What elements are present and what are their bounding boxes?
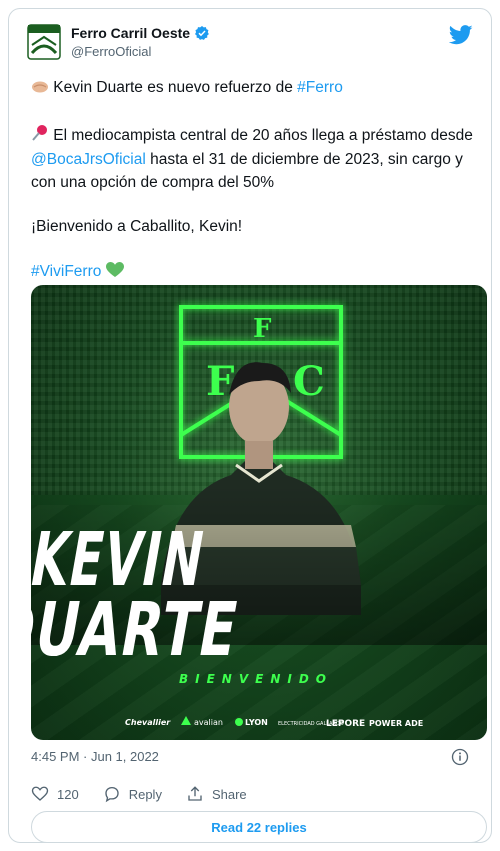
ferro-crest-icon — [27, 24, 61, 60]
like-button[interactable]: 120 — [31, 785, 79, 803]
sponsor-5: LEPORE — [326, 719, 365, 729]
handle[interactable]: @FerroOficial — [71, 44, 210, 59]
handshake-icon — [31, 79, 49, 102]
sponsor-1: Chevallier — [125, 718, 171, 727]
read-replies-button[interactable]: Read 22 replies — [31, 811, 487, 843]
tweet-paragraph-1: Kevin Duarte es nuevo refuerzo de #Ferro — [31, 77, 473, 102]
avatar[interactable] — [25, 23, 63, 61]
reply-button[interactable]: Reply — [103, 785, 162, 803]
tweet-header: Ferro Carril Oeste @FerroOficial — [25, 23, 475, 67]
share-icon — [188, 786, 202, 801]
green-heart-icon — [105, 261, 124, 286]
sponsor-3: LYON — [245, 718, 268, 727]
display-name[interactable]: Ferro Carril Oeste — [71, 25, 190, 41]
author-names: Ferro Carril Oeste @FerroOficial — [71, 25, 210, 59]
tweet-paragraph-2: El mediocampista central de 20 años lleg… — [31, 124, 473, 195]
share-label: Share — [211, 786, 247, 802]
verified-badge-icon — [195, 26, 209, 40]
crest-letter-top: F — [253, 314, 272, 344]
tweet-text: Kevin Duarte es nuevo refuerzo de #Ferro… — [31, 77, 473, 307]
tweet-line-2a: El mediocampista central de 20 años lleg… — [49, 126, 473, 144]
display-name-row[interactable]: Ferro Carril Oeste — [71, 25, 210, 41]
sponsor-strip: Chevallier avalian LYON ELECTRICIDAD GAL… — [125, 716, 423, 729]
tweet-paragraph-3: ¡Bienvenido a Caballito, Kevin! — [31, 218, 243, 235]
hashtag-vivi-ferro-link[interactable]: #ViviFerro — [31, 263, 101, 280]
crest-letter-right: C — [293, 358, 325, 405]
pushpin-icon — [31, 124, 49, 150]
welcome-subtitle: BIENVENIDO — [179, 672, 333, 686]
tweet-card: Ferro Carril Oeste @FerroOficial Kevin D… — [8, 8, 492, 843]
like-count: 120 — [57, 786, 79, 802]
reply-label: Reply — [128, 786, 162, 802]
player-last-name: DUARTE — [31, 588, 245, 673]
reply-bubble-icon — [105, 786, 119, 803]
tweet-actions: 120 Reply Share — [31, 785, 247, 803]
mention-boca-link[interactable]: @BocaJrsOficial — [31, 151, 146, 168]
poster-artwork: F C F KEVIN DUARTE BIENVENIDO Chevallier… — [31, 305, 487, 729]
share-button[interactable]: Share — [186, 785, 247, 803]
heart-icon — [31, 786, 49, 801]
info-icon[interactable] — [451, 748, 469, 766]
twitter-bird-icon[interactable] — [449, 25, 473, 45]
tweet-media-image[interactable]: F C F KEVIN DUARTE BIENVENIDO Chevallier… — [31, 285, 487, 740]
tweet-line-1: Kevin Duarte es nuevo refuerzo de — [49, 79, 298, 96]
hashtag-ferro-link[interactable]: #Ferro — [297, 79, 343, 96]
sponsor-2: avalian — [194, 718, 223, 727]
tweet-timestamp[interactable]: 4:45 PM · Jun 1, 2022 — [31, 749, 159, 764]
sponsor-6: POWER ADE — [369, 719, 423, 728]
tweet-paragraph-4: #ViviFerro — [31, 261, 473, 286]
